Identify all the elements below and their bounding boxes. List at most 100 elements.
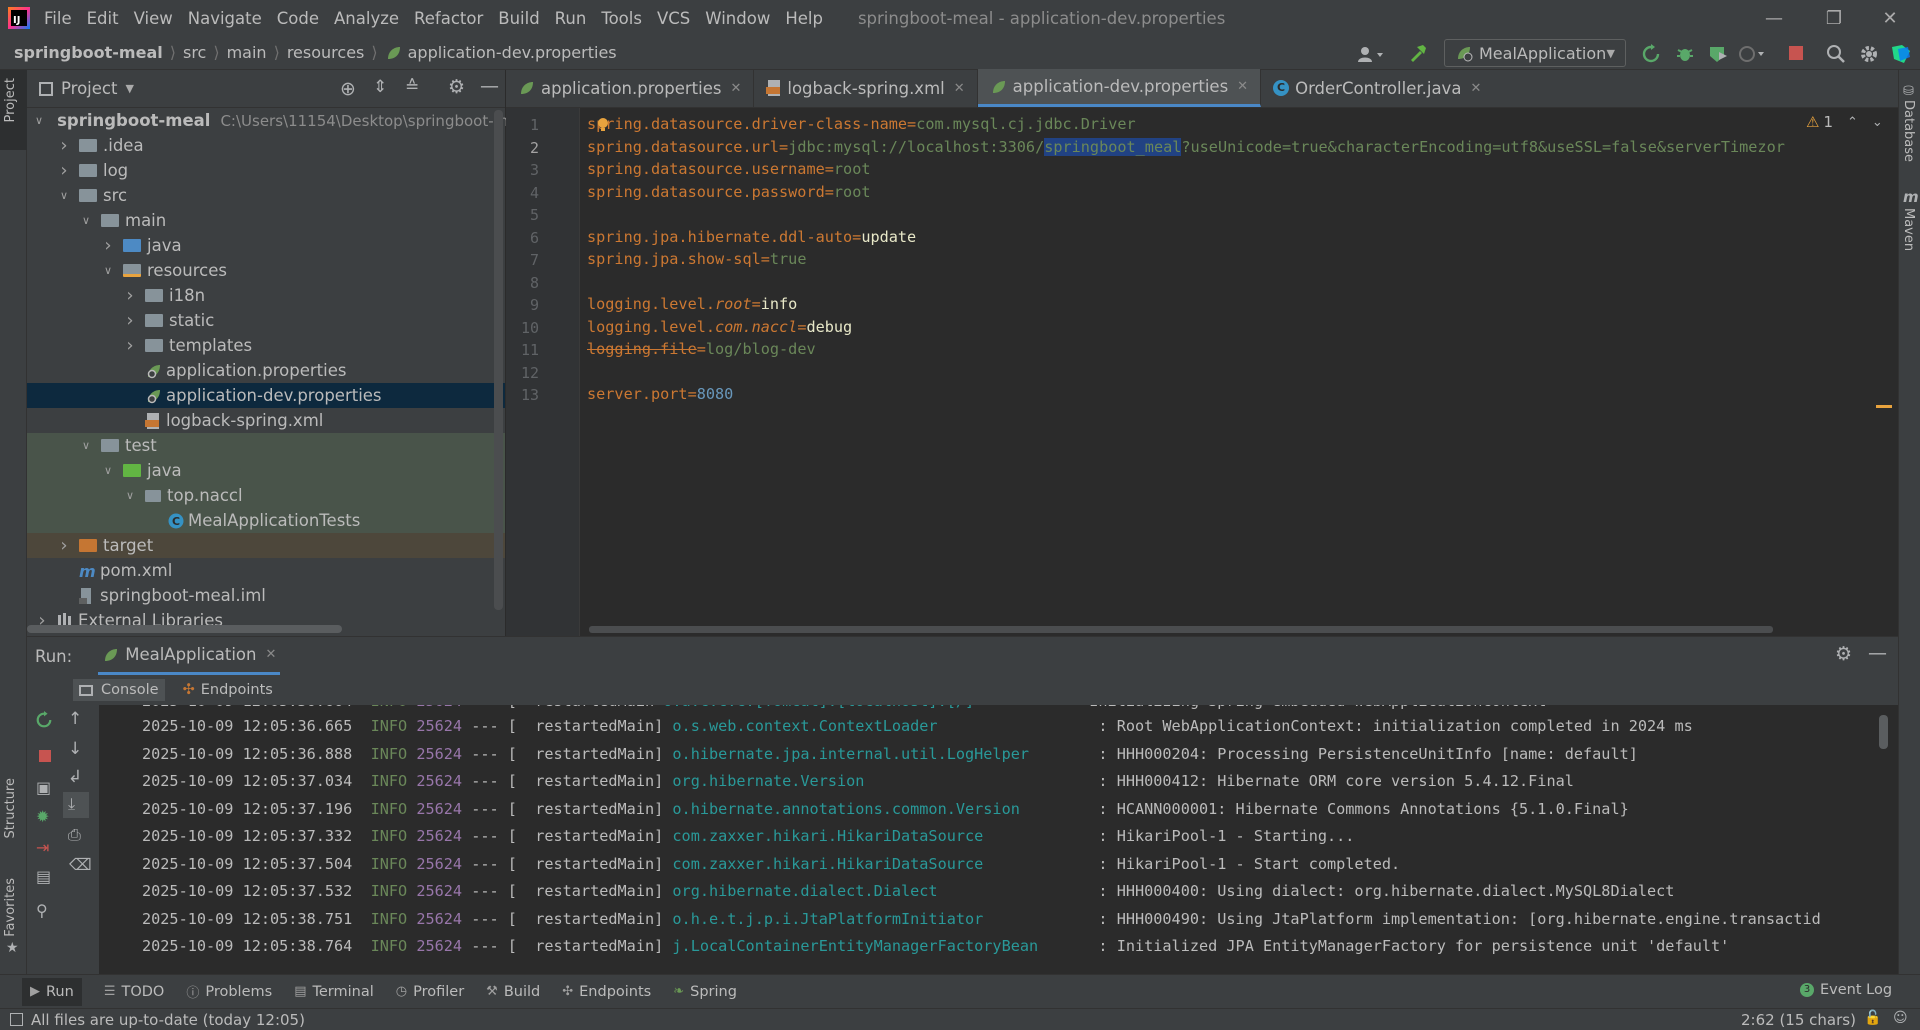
warning-stripe-marker[interactable] <box>1876 405 1892 408</box>
log-logger[interactable]: com.zaxxer.hikari.HikariDataSource <box>672 823 1098 850</box>
menu-refactor[interactable]: Refactor <box>414 9 483 28</box>
rerun-icon[interactable] <box>35 711 53 729</box>
menu-code[interactable]: Code <box>277 9 319 28</box>
tree-row[interactable]: › target <box>27 533 505 558</box>
chevron-expanded-icon[interactable]: ∨ <box>123 489 137 502</box>
breadcrumb-file[interactable]: application-dev.properties <box>408 43 617 62</box>
chevron-expanded-icon[interactable]: ∨ <box>35 114 43 127</box>
breadcrumb-project[interactable]: springboot-meal <box>14 43 163 62</box>
inspection-widget[interactable]: ⚠ 1 ⌃ ⌄ <box>1806 113 1883 131</box>
console-scrollbar[interactable] <box>1879 715 1888 749</box>
vertical-scrollbar[interactable] <box>494 110 503 610</box>
tree-row[interactable]: m pom.xml <box>27 558 505 583</box>
arrow-up-icon[interactable]: ↑ <box>68 709 82 729</box>
chevron-expanded-icon[interactable]: ∨ <box>79 214 93 227</box>
settings-gear-icon[interactable] <box>1859 44 1879 64</box>
menu-view[interactable]: View <box>134 9 173 28</box>
search-icon[interactable] <box>1826 44 1846 64</box>
log-logger[interactable]: o.s.web.context.ContextLoader <box>672 713 1098 740</box>
expand-all-icon[interactable]: ⇕ <box>373 77 387 97</box>
code-editor[interactable]: spring.datasource.driver-class-name=com.… <box>580 108 1898 636</box>
tree-row[interactable]: ∨ main <box>27 208 505 233</box>
project-tool-button[interactable]: Project <box>0 70 27 150</box>
rerun-icon[interactable] <box>1641 44 1661 64</box>
menu-tools[interactable]: Tools <box>601 9 642 28</box>
menu-navigate[interactable]: Navigate <box>188 9 262 28</box>
lock-icon[interactable]: 🔓 <box>1864 1010 1881 1026</box>
tree-row[interactable]: ∨ springboot-meal C:\Users\11154\Desktop\s… <box>27 108 517 133</box>
chevron-collapsed-icon[interactable]: › <box>57 135 71 156</box>
editor-horizontal-scrollbar[interactable] <box>589 626 1773 633</box>
print-icon[interactable]: ⎙ <box>68 825 81 845</box>
run-configuration-selector[interactable]: MealApplication ▼ <box>1444 39 1626 67</box>
tool-terminal[interactable]: ▤ Terminal <box>294 984 374 1000</box>
close-icon[interactable]: ✕ <box>1860 0 1920 36</box>
console-output[interactable]: 2025-10-09 12:05:36.664 INFO 25624 --- [… <box>99 705 1898 975</box>
log-logger[interactable]: j.LocalContainerEntityManagerFactoryBean <box>672 933 1098 960</box>
menu-build[interactable]: Build <box>498 9 539 28</box>
debug-icon[interactable] <box>1675 44 1695 64</box>
arrow-down-icon[interactable]: ↓ <box>68 739 82 759</box>
project-panel-title[interactable]: Project <box>61 79 117 98</box>
breadcrumb-resources[interactable]: resources <box>287 43 365 62</box>
horizontal-scrollbar[interactable] <box>27 625 342 633</box>
tool-todo[interactable]: ☰ TODO <box>104 984 165 1000</box>
chevron-collapsed-icon[interactable]: › <box>101 235 115 256</box>
menu-help[interactable]: Help <box>785 9 823 28</box>
panel-settings-gear-icon[interactable]: ⚙ <box>448 76 465 98</box>
log-logger[interactable]: o.hibernate.jpa.internal.util.LogHelper <box>672 741 1098 768</box>
close-tab-icon[interactable]: ✕ <box>265 647 276 662</box>
console-tab[interactable]: Console <box>73 679 165 701</box>
tree-row[interactable]: › static <box>27 308 505 333</box>
tool-run[interactable]: ▶ Run <box>22 977 82 1006</box>
tree-row[interactable]: › log <box>27 158 505 183</box>
chevron-collapsed-icon[interactable]: › <box>123 310 137 331</box>
chevron-expanded-icon[interactable]: ∨ <box>101 264 115 277</box>
tree-row[interactable]: springboot-meal.iml <box>27 583 505 608</box>
tool-spring[interactable]: ❧ Spring <box>673 984 737 1000</box>
exit-icon[interactable]: ⇥ <box>36 838 49 857</box>
structure-tool-label[interactable]: Structure <box>3 778 18 838</box>
tree-row[interactable]: logback-spring.xml <box>27 408 505 433</box>
tool-endpoints[interactable]: ✣ Endpoints <box>562 984 651 1000</box>
tab-application-properties[interactable]: application.properties ✕ <box>506 69 755 107</box>
trash-icon[interactable]: ⌫ <box>69 855 92 874</box>
log-logger[interactable]: org.hibernate.Version <box>672 768 1098 795</box>
tree-row[interactable]: › .idea <box>27 133 505 158</box>
log-logger[interactable]: o.h.e.t.j.p.i.JtaPlatformInitiator <box>672 906 1098 933</box>
database-tool-label[interactable]: Database <box>1901 100 1916 162</box>
menu-vcs[interactable]: VCS <box>657 9 690 28</box>
stop-icon[interactable] <box>39 750 51 762</box>
coverage-icon[interactable] <box>1707 44 1729 64</box>
scroll-to-end-toggle[interactable]: ⤓ <box>63 792 89 818</box>
intention-bulb-icon[interactable] <box>597 117 609 131</box>
tab-logback-spring-xml[interactable]: logback-spring.xml ✕ <box>754 69 978 107</box>
chevron-collapsed-icon[interactable]: › <box>123 285 137 306</box>
menu-edit[interactable]: Edit <box>87 9 119 28</box>
tree-row[interactable]: C MealApplicationTests <box>27 508 505 533</box>
tree-row[interactable]: ∨ top.naccl <box>27 483 505 508</box>
tree-row[interactable]: ∨ src <box>27 183 505 208</box>
tab-ordercontroller-java[interactable]: C OrderController.java ✕ <box>1261 69 1493 107</box>
tree-row[interactable]: ∨ java <box>27 458 505 483</box>
status-toggle-icon[interactable] <box>10 1013 23 1026</box>
inspector-icon[interactable]: ☺ <box>1893 1010 1908 1026</box>
locate-file-icon[interactable]: ⊕ <box>340 78 356 100</box>
camera-snapshot-icon[interactable]: ▣ <box>36 778 51 797</box>
chevron-expanded-icon[interactable]: ∨ <box>79 439 93 452</box>
close-tab-icon[interactable]: ✕ <box>730 81 741 96</box>
layout-icon[interactable]: ▤ <box>36 867 51 886</box>
tab-application-dev-properties[interactable]: application-dev.properties ✕ <box>977 69 1262 107</box>
close-tab-icon[interactable]: ✕ <box>1237 79 1248 94</box>
user-icon[interactable] <box>1356 45 1386 63</box>
tool-problems[interactable]: ⓘ Problems <box>186 982 272 1002</box>
tool-profiler[interactable]: ◷ Profiler <box>396 984 464 1000</box>
restore-icon[interactable]: ❐ <box>1804 0 1864 36</box>
close-tab-icon[interactable]: ✕ <box>1470 81 1481 96</box>
chevron-collapsed-icon[interactable]: › <box>57 535 71 556</box>
maven-tool-label[interactable]: Maven <box>1901 208 1916 251</box>
log-logger[interactable]: com.zaxxer.hikari.HikariDataSource <box>672 851 1098 878</box>
tree-row[interactable]: › java <box>27 233 505 258</box>
chevron-collapsed-icon[interactable]: › <box>123 335 137 356</box>
hide-panel-icon[interactable]: — <box>480 75 499 97</box>
